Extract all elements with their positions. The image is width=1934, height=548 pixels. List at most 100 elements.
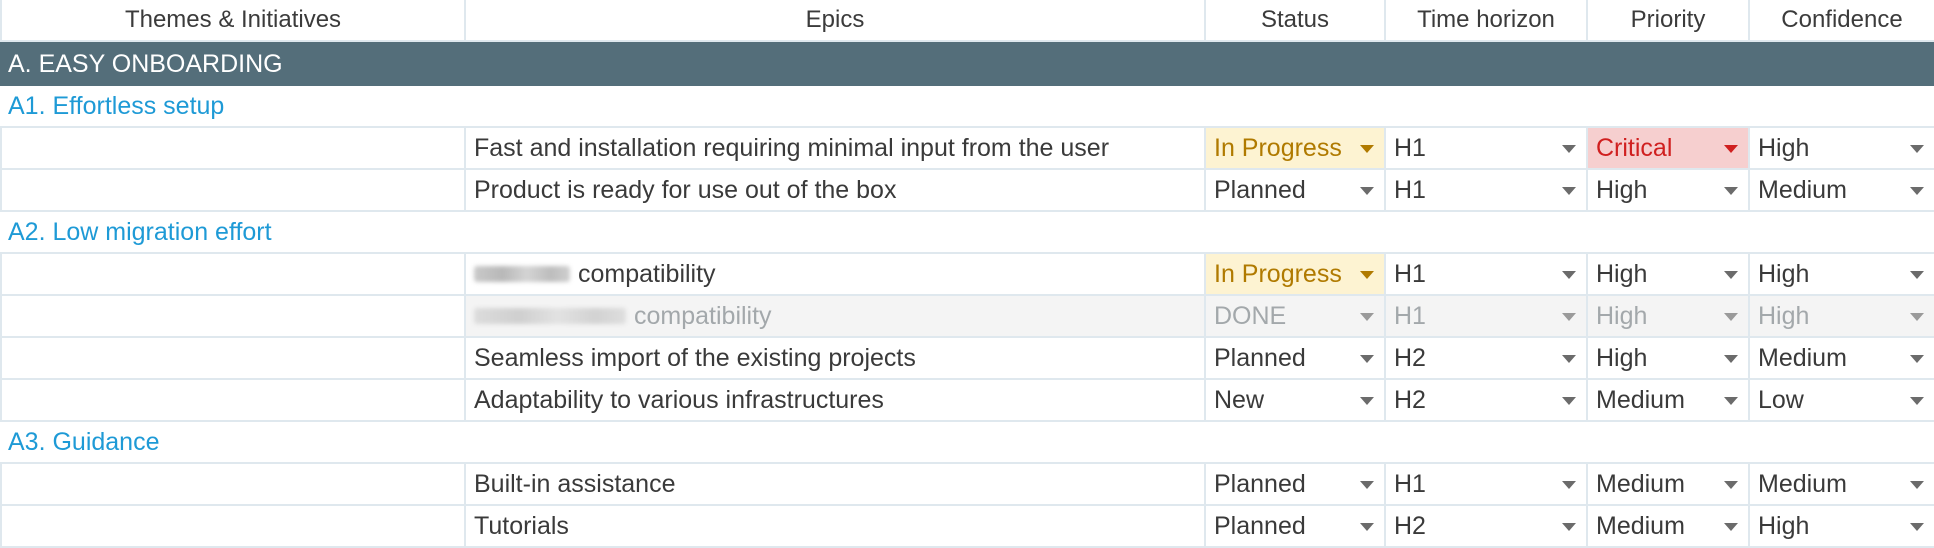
priority-dropdown[interactable]: High — [1588, 170, 1750, 212]
priority-dropdown[interactable]: Medium — [1588, 506, 1750, 548]
time-horizon-dropdown[interactable]: H1 — [1386, 296, 1588, 338]
dropdown-arrow-icon — [1360, 397, 1374, 405]
priority-value: High — [1596, 301, 1648, 330]
redacted-text — [474, 308, 626, 324]
epic-row: Adaptability to various infrastructures … — [0, 380, 1934, 422]
epic-cell[interactable]: Adaptability to various infrastructures — [466, 380, 1206, 422]
theme-cell[interactable] — [0, 338, 466, 380]
status-dropdown[interactable]: DONE — [1206, 296, 1386, 338]
status-dropdown[interactable]: Planned — [1206, 464, 1386, 506]
epic-cell[interactable]: Fast and installation requiring minimal … — [466, 128, 1206, 170]
initiative-title[interactable]: A1. Effortless setup — [0, 86, 1934, 128]
initiative-row: A1. Effortless setup — [0, 86, 1934, 128]
epic-row-done: compatibility DONE H1 High High — [0, 296, 1934, 338]
priority-value: Medium — [1596, 511, 1685, 540]
status-value: Planned — [1214, 175, 1306, 204]
theme-cell[interactable] — [0, 170, 466, 212]
header-status[interactable]: Status — [1206, 0, 1386, 42]
priority-dropdown[interactable]: High — [1588, 338, 1750, 380]
header-epics[interactable]: Epics — [466, 0, 1206, 42]
priority-dropdown[interactable]: Medium — [1588, 380, 1750, 422]
confidence-dropdown[interactable]: High — [1750, 128, 1934, 170]
epic-row: Built-in assistance Planned H1 Medium Me… — [0, 464, 1934, 506]
confidence-dropdown[interactable]: High — [1750, 296, 1934, 338]
priority-dropdown[interactable]: High — [1588, 254, 1750, 296]
dropdown-arrow-icon — [1724, 271, 1738, 279]
confidence-dropdown[interactable]: Medium — [1750, 338, 1934, 380]
redacted-text — [474, 266, 570, 282]
time-horizon-dropdown[interactable]: H2 — [1386, 380, 1588, 422]
confidence-dropdown[interactable]: High — [1750, 506, 1934, 548]
dropdown-arrow-icon — [1724, 313, 1738, 321]
confidence-dropdown[interactable]: Medium — [1750, 170, 1934, 212]
priority-value: Medium — [1596, 385, 1685, 414]
epic-row: Product is ready for use out of the box … — [0, 170, 1934, 212]
theme-band[interactable]: A. EASY ONBOARDING — [0, 42, 1934, 86]
header-priority[interactable]: Priority — [1588, 0, 1750, 42]
confidence-value: Low — [1758, 385, 1804, 414]
epic-cell[interactable]: compatibility — [466, 296, 1206, 338]
priority-dropdown[interactable]: Medium — [1588, 464, 1750, 506]
dropdown-arrow-icon — [1910, 481, 1924, 489]
theme-cell[interactable] — [0, 506, 466, 548]
status-dropdown[interactable]: Planned — [1206, 338, 1386, 380]
status-dropdown[interactable]: Planned — [1206, 170, 1386, 212]
time-horizon-dropdown[interactable]: H1 — [1386, 170, 1588, 212]
status-value: Planned — [1214, 469, 1306, 498]
epic-cell[interactable]: Product is ready for use out of the box — [466, 170, 1206, 212]
status-dropdown[interactable]: In Progress — [1206, 254, 1386, 296]
header-row: Themes & Initiatives Epics Status Time h… — [0, 0, 1934, 42]
priority-dropdown[interactable]: High — [1588, 296, 1750, 338]
epic-row: Seamless import of the existing projects… — [0, 338, 1934, 380]
dropdown-arrow-icon — [1562, 145, 1576, 153]
epic-cell[interactable]: compatibility — [466, 254, 1206, 296]
time-horizon-value: H1 — [1394, 301, 1426, 330]
priority-value: Critical — [1596, 133, 1673, 162]
epic-cell[interactable]: Built-in assistance — [466, 464, 1206, 506]
time-horizon-dropdown[interactable]: H2 — [1386, 506, 1588, 548]
header-time-horizon[interactable]: Time horizon — [1386, 0, 1588, 42]
dropdown-arrow-icon — [1562, 481, 1576, 489]
dropdown-arrow-icon — [1724, 187, 1738, 195]
dropdown-arrow-icon — [1360, 313, 1374, 321]
confidence-dropdown[interactable]: Low — [1750, 380, 1934, 422]
header-confidence[interactable]: Confidence — [1750, 0, 1934, 42]
confidence-value: High — [1758, 133, 1810, 162]
time-horizon-dropdown[interactable]: H2 — [1386, 338, 1588, 380]
dropdown-arrow-icon — [1562, 523, 1576, 531]
confidence-value: High — [1758, 511, 1810, 540]
dropdown-arrow-icon — [1724, 397, 1738, 405]
theme-cell[interactable] — [0, 128, 466, 170]
theme-cell[interactable] — [0, 380, 466, 422]
status-dropdown[interactable]: Planned — [1206, 506, 1386, 548]
theme-cell[interactable] — [0, 254, 466, 296]
epic-text: compatibility — [578, 259, 716, 288]
header-themes[interactable]: Themes & Initiatives — [0, 0, 466, 42]
confidence-dropdown[interactable]: Medium — [1750, 464, 1934, 506]
priority-value: Medium — [1596, 469, 1685, 498]
initiative-title[interactable]: A3. Guidance — [0, 422, 1934, 464]
status-value: In Progress — [1214, 133, 1342, 162]
priority-value: High — [1596, 175, 1648, 204]
status-dropdown[interactable]: New — [1206, 380, 1386, 422]
dropdown-arrow-icon — [1724, 145, 1738, 153]
time-horizon-value: H1 — [1394, 469, 1426, 498]
epic-cell[interactable]: Seamless import of the existing projects — [466, 338, 1206, 380]
theme-cell[interactable] — [0, 296, 466, 338]
confidence-value: Medium — [1758, 175, 1847, 204]
time-horizon-value: H1 — [1394, 259, 1426, 288]
priority-dropdown[interactable]: Critical — [1588, 128, 1750, 170]
confidence-dropdown[interactable]: High — [1750, 254, 1934, 296]
time-horizon-dropdown[interactable]: H1 — [1386, 128, 1588, 170]
roadmap-sheet: Themes & Initiatives Epics Status Time h… — [0, 0, 1934, 548]
theme-cell[interactable] — [0, 464, 466, 506]
dropdown-arrow-icon — [1562, 355, 1576, 363]
time-horizon-dropdown[interactable]: H1 — [1386, 254, 1588, 296]
epic-cell[interactable]: Tutorials — [466, 506, 1206, 548]
time-horizon-dropdown[interactable]: H1 — [1386, 464, 1588, 506]
dropdown-arrow-icon — [1910, 271, 1924, 279]
status-dropdown[interactable]: In Progress — [1206, 128, 1386, 170]
dropdown-arrow-icon — [1910, 187, 1924, 195]
initiative-title[interactable]: A2. Low migration effort — [0, 212, 1934, 254]
time-horizon-value: H2 — [1394, 385, 1426, 414]
